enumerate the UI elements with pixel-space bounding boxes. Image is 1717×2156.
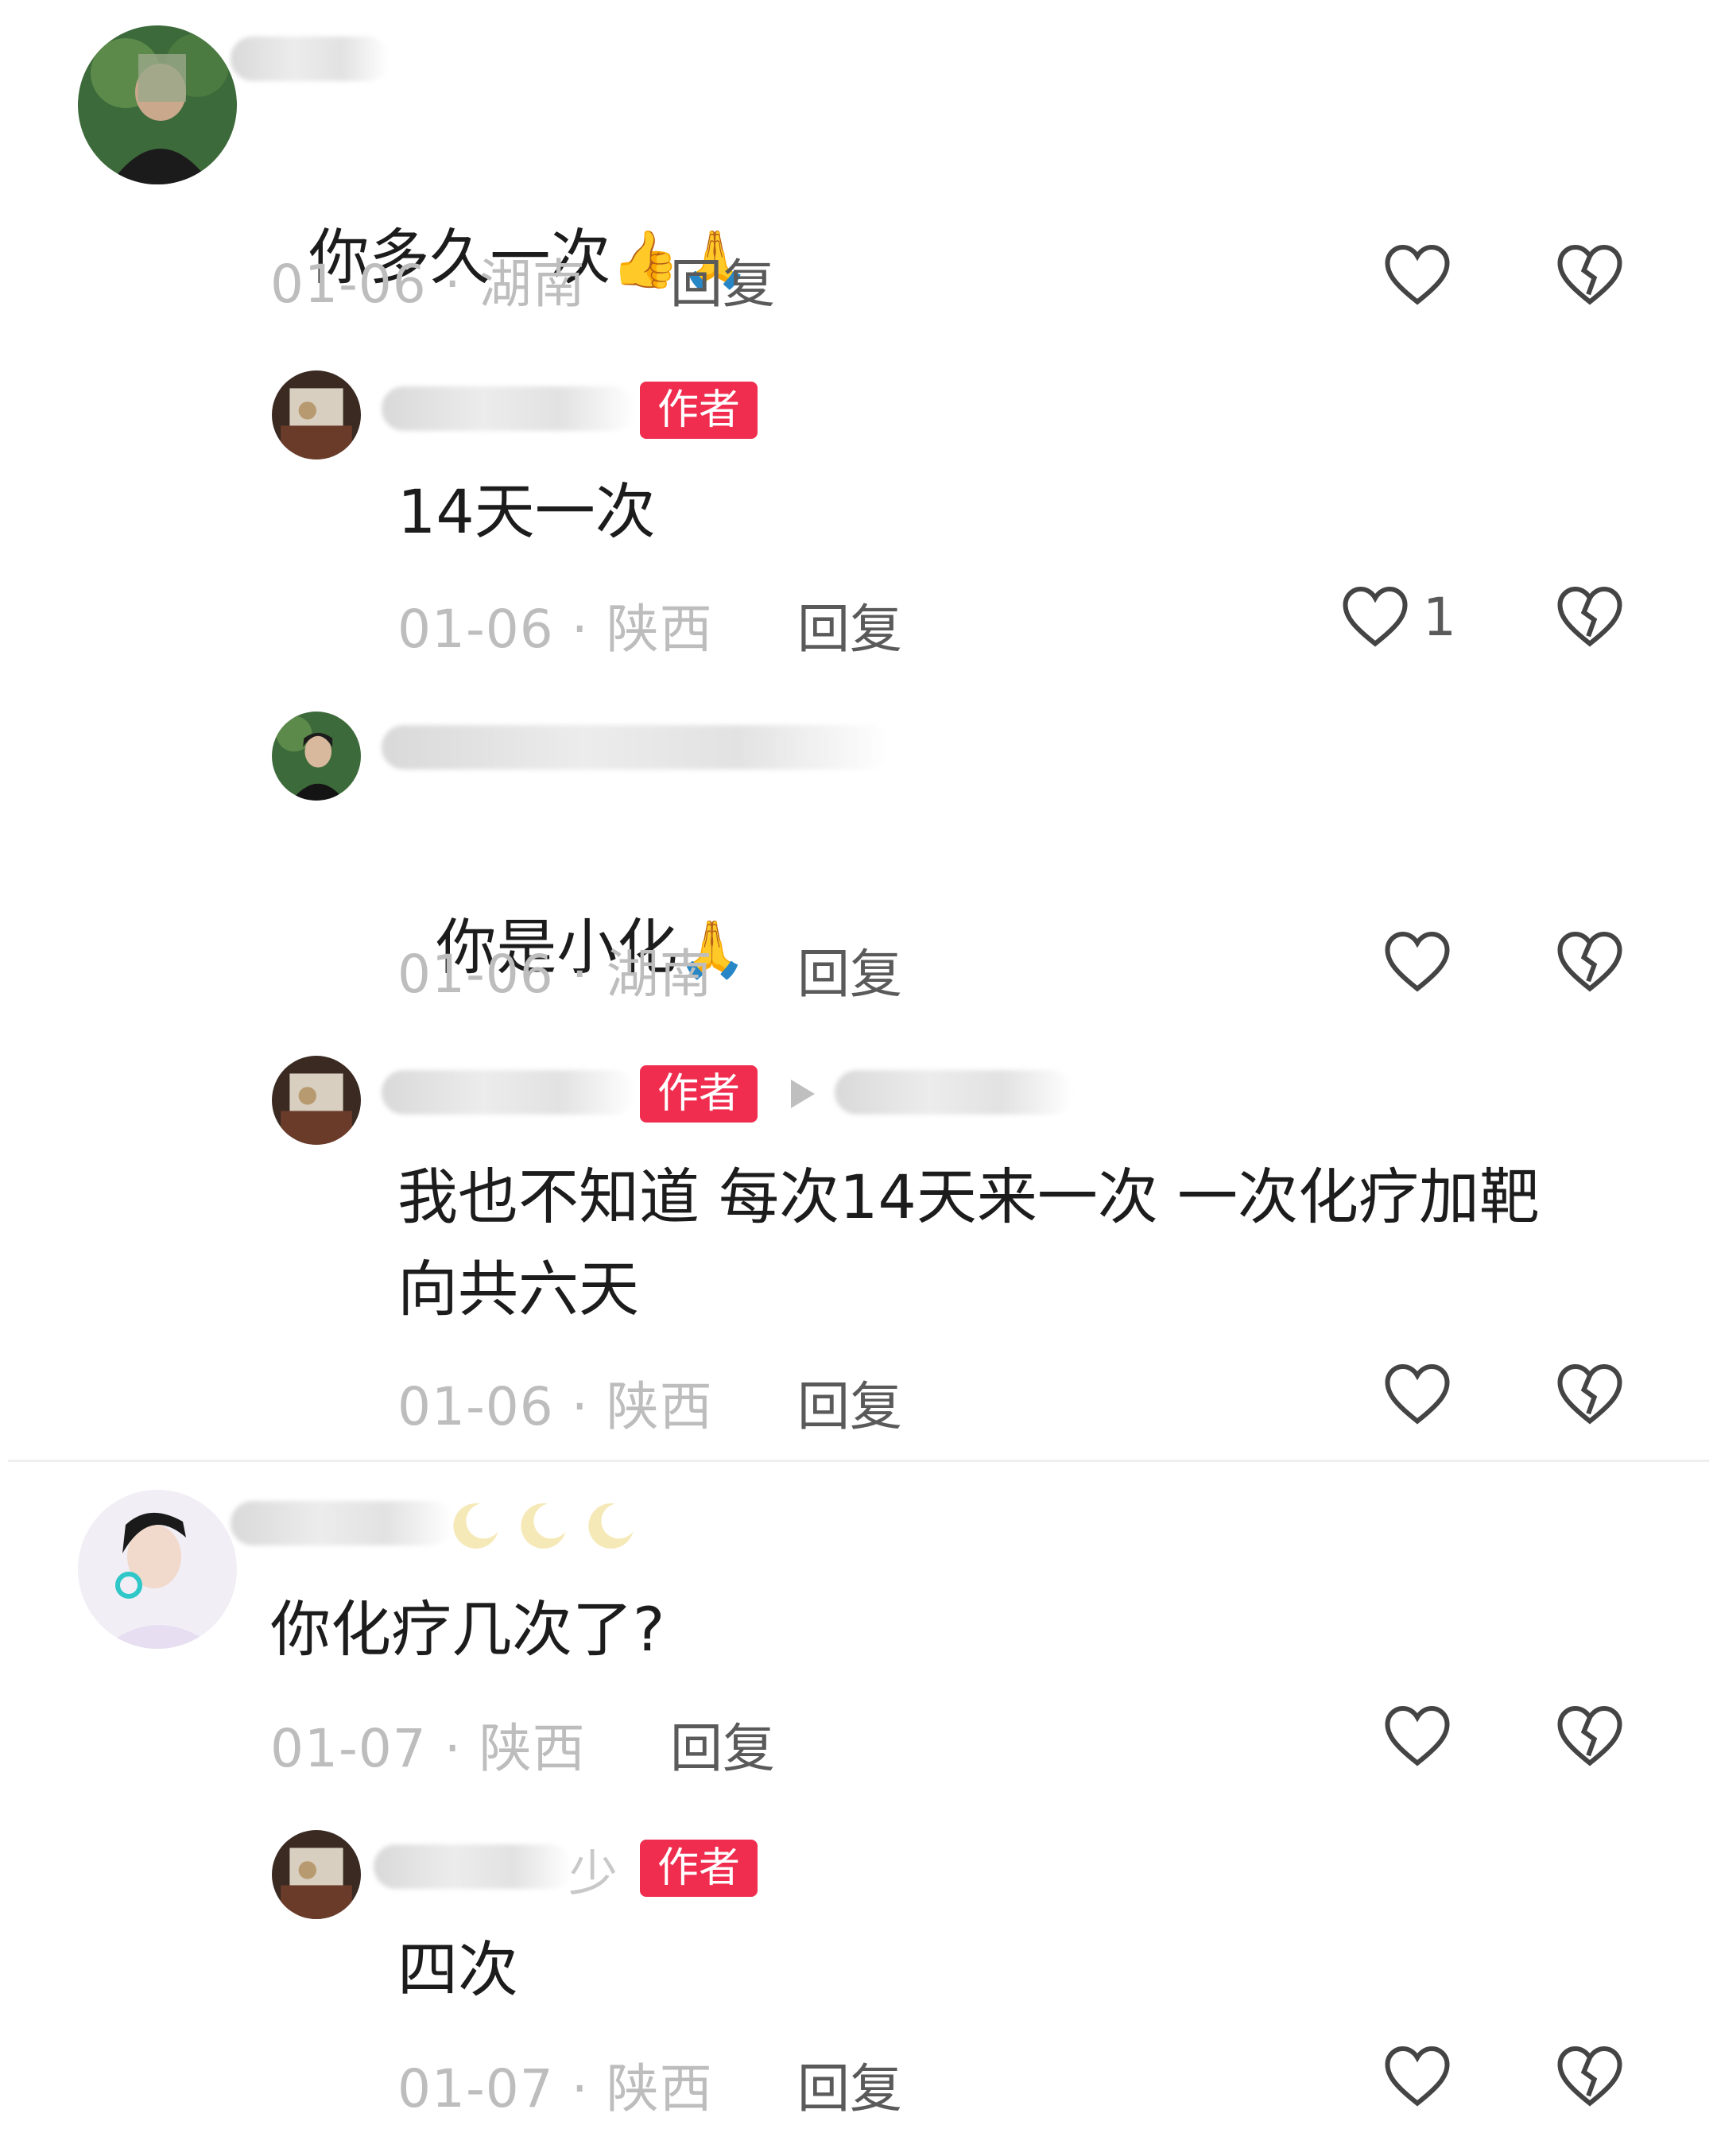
username-visible-part[interactable]: 少 [568, 1833, 618, 1905]
thread-divider [8, 1460, 1709, 1462]
avatar[interactable] [78, 1490, 237, 1649]
heart-outline-icon[interactable] [1382, 1359, 1453, 1426]
author-badge: 作者 [640, 1840, 758, 1897]
reply-button[interactable]: 回复 [797, 1364, 902, 1441]
comment-text: 14天一次 [397, 476, 656, 547]
comment-meta: 01-07 · 陕西 [270, 1718, 586, 1779]
avatar[interactable] [272, 712, 361, 801]
comment-meta: 01-06 · 陕西 [397, 1376, 713, 1437]
reply-button[interactable]: 回复 [797, 932, 902, 1008]
comment-meta: 01-06 · 湖南 [270, 254, 586, 315]
comment-text: 你化疗几次了? [270, 1594, 665, 1665]
username-blurred[interactable] [231, 1501, 453, 1545]
username-blurred[interactable] [231, 37, 390, 81]
comment-text: 四次 [397, 1934, 518, 2005]
broken-heart-icon[interactable] [1554, 927, 1626, 994]
like-count: 1 [1423, 587, 1456, 648]
reply-arrow-icon [791, 1080, 815, 1108]
reply-button[interactable]: 回复 [797, 2046, 902, 2123]
username-blurred[interactable] [374, 1844, 572, 1889]
reply-target-name-blurred[interactable] [835, 1070, 1073, 1115]
reply-button[interactable]: 回复 [670, 1706, 775, 1782]
heart-outline-icon[interactable] [1382, 2042, 1453, 2108]
avatar[interactable] [78, 25, 237, 184]
heart-outline-icon[interactable] [1339, 582, 1411, 649]
username-blurred[interactable] [382, 386, 636, 431]
avatar[interactable] [272, 1056, 361, 1145]
avatar[interactable] [272, 370, 361, 460]
username-blurred[interactable] [382, 1070, 636, 1115]
reply-button[interactable]: 回复 [670, 242, 775, 318]
heart-outline-icon[interactable] [1382, 927, 1453, 994]
comment-meta: 01-06 · 陕西 [397, 599, 713, 660]
comment-meta: 01-07 · 陕西 [397, 2058, 713, 2119]
author-badge: 作者 [640, 382, 758, 439]
broken-heart-icon[interactable] [1554, 240, 1626, 307]
broken-heart-icon[interactable] [1554, 1359, 1626, 1426]
comment-text: 我也不知道 每次14天来一次 一次化疗加靶 向共六天 [397, 1161, 1541, 1324]
comment-meta: 01-06 · 湖南 [397, 944, 713, 1005]
moon-emoji-icon [521, 1503, 566, 1549]
moon-emoji-icon [588, 1503, 634, 1549]
heart-outline-icon[interactable] [1382, 240, 1453, 307]
author-badge: 作者 [640, 1065, 758, 1123]
broken-heart-icon[interactable] [1554, 1701, 1626, 1768]
broken-heart-icon[interactable] [1554, 582, 1626, 649]
heart-outline-icon[interactable] [1382, 1701, 1453, 1768]
moon-emoji-icon [453, 1503, 498, 1549]
broken-heart-icon[interactable] [1554, 2042, 1626, 2108]
reply-button[interactable]: 回复 [797, 587, 902, 663]
username-blurred[interactable] [382, 725, 890, 770]
avatar[interactable] [272, 1830, 361, 1919]
